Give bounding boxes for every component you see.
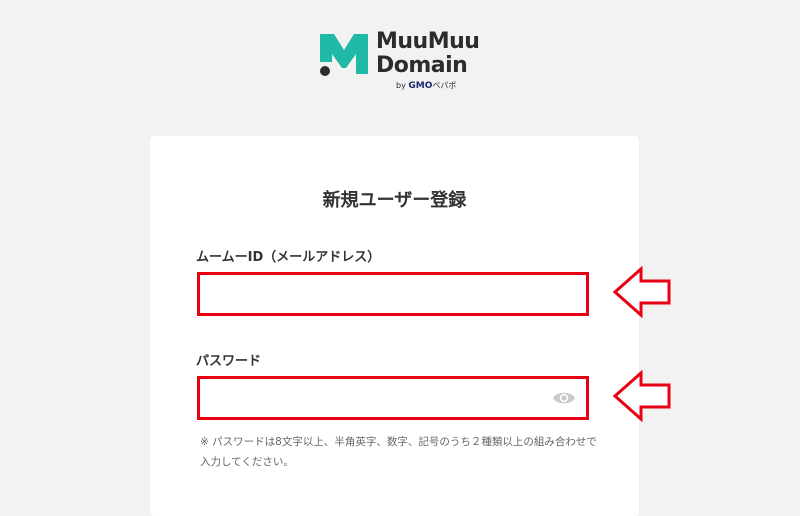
logo-by-prefix: by [396, 81, 406, 90]
registration-card: 新規ユーザー登録 ムームーID（メールアドレス） パスワード ※ パスワードは8… [150, 136, 639, 516]
id-field-label: ムームーID（メールアドレス） [196, 250, 381, 265]
password-field-label: パスワード [196, 354, 262, 369]
logo: MuuMuu Domain by GMOペパボ [316, 28, 496, 92]
logo-wordmark: MuuMuu Domain [376, 29, 480, 78]
logo-by-company: GMO [408, 81, 433, 91]
annotation-arrow-left-icon [612, 370, 671, 422]
logo-line2: Domain [376, 53, 468, 78]
page-title: 新規ユーザー登録 [322, 190, 467, 211]
logo-line1: MuuMuu [376, 29, 480, 54]
password-requirements-note: ※ パスワードは8文字以上、半角英字、数字、記号のうち２種類以上の組み合わせで入… [200, 436, 597, 468]
eye-icon[interactable] [552, 390, 576, 406]
password-input[interactable] [197, 376, 589, 420]
logo-by-suffix: ペパボ [432, 81, 457, 90]
annotation-arrow-left-icon [612, 266, 671, 318]
id-email-input[interactable] [197, 272, 589, 316]
logo-by-line: by GMOペパボ [396, 80, 456, 91]
muumuu-logo-icon [320, 34, 368, 76]
